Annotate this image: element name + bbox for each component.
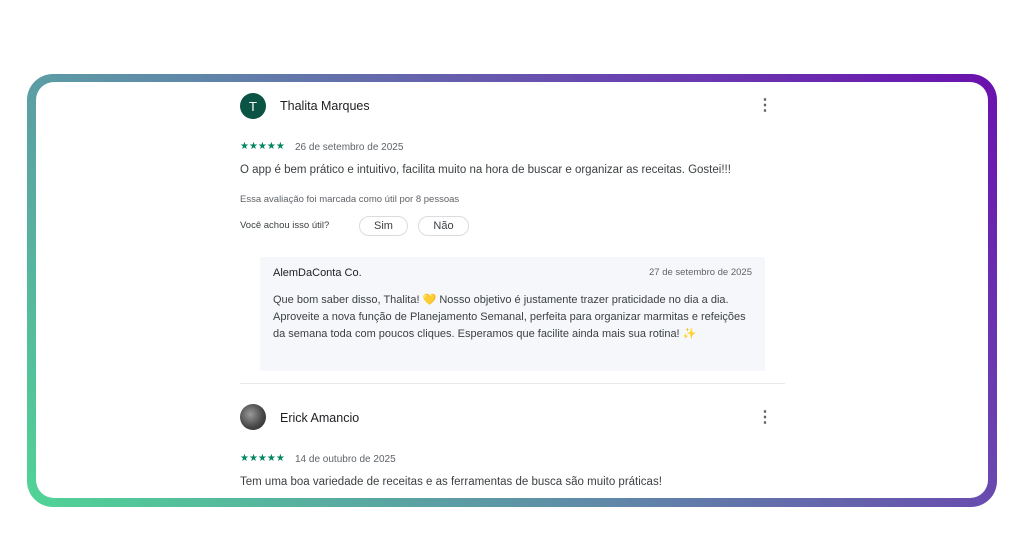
review-text: O app é bem prático e intuitivo, facilit… [240,164,731,176]
more-vert-icon[interactable]: ⋮ [757,410,773,426]
reply-text: Que bom saber disso, Thalita! 💛 Nosso ob… [273,294,746,340]
more-vert-icon[interactable]: ⋮ [757,98,773,114]
divider [240,383,785,384]
avatar [240,404,266,430]
reply-date: 27 de setembro de 2025 [649,267,752,278]
developer-reply: AlemDaConta Co. 27 de setembro de 2025 Q… [260,257,765,371]
helpful-yes-button[interactable]: Sim [359,216,408,236]
avatar: T [240,93,266,119]
review-date: 26 de setembro de 2025 [295,142,404,153]
helpful-count: Essa avaliação foi marcada como útil por… [240,194,460,205]
gradient-frame: T Thalita Marques ⋮ ★★★★★ 26 de setembro… [27,74,997,507]
review-text: Tem uma boa variedade de receitas e as f… [240,476,662,488]
review-author: Erick Amancio [280,411,360,425]
star-rating: ★★★★★ [240,453,285,464]
review-date: 14 de outubro de 2025 [295,454,396,465]
reviews-card: T Thalita Marques ⋮ ★★★★★ 26 de setembro… [36,82,988,498]
review-author: Thalita Marques [280,99,370,113]
helpful-no-button[interactable]: Não [418,216,469,236]
star-rating: ★★★★★ [240,141,285,152]
developer-name: AlemDaConta Co. [273,267,362,279]
helpful-question: Você achou isso útil? [240,220,330,231]
